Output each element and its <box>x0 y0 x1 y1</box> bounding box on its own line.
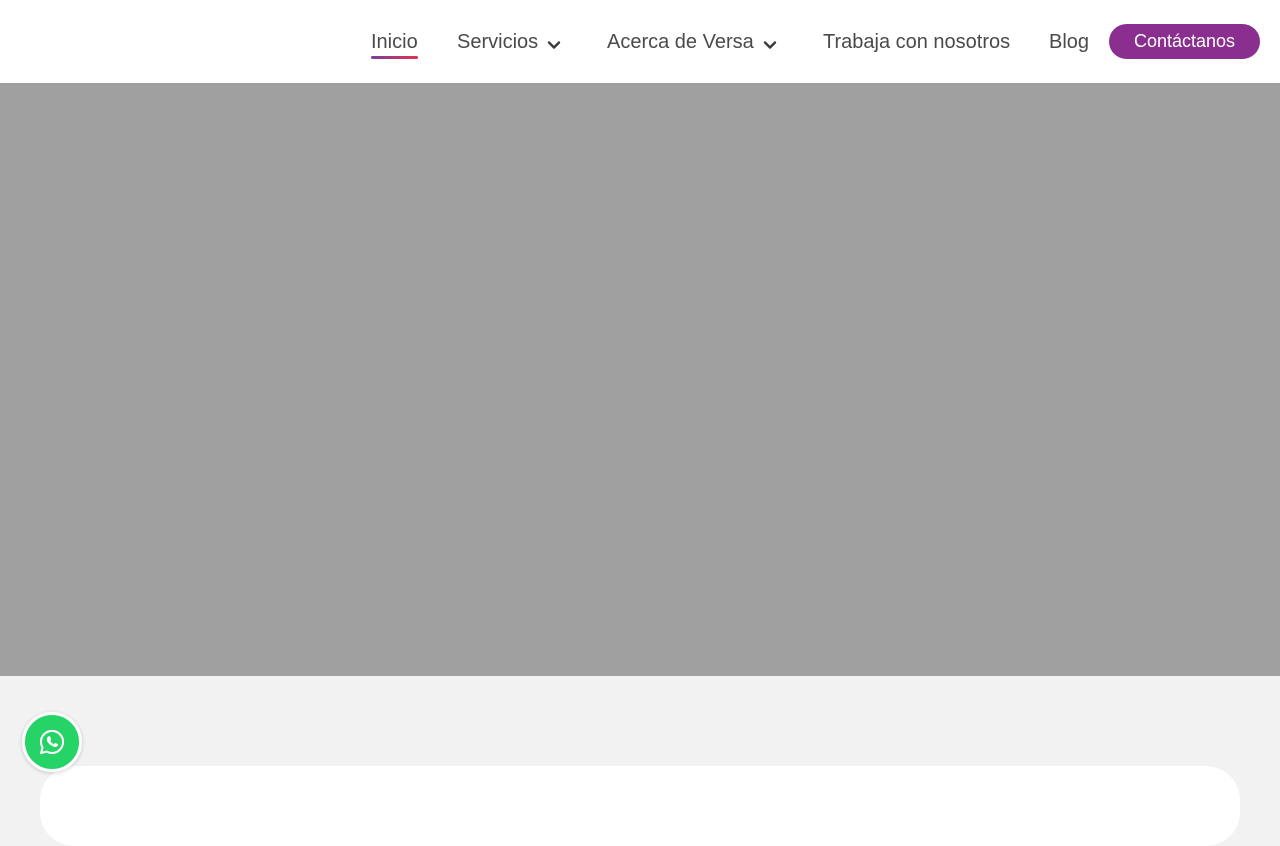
nav-item-inicio[interactable]: Inicio <box>371 28 418 60</box>
contact-button[interactable]: Contáctanos <box>1109 24 1260 59</box>
site-header: Inicio Servicios Acerca de Versa Trabaja… <box>0 0 1280 83</box>
whatsapp-button[interactable] <box>22 712 82 772</box>
nav-item-label: Trabaja con nosotros <box>823 31 1011 53</box>
content-card <box>40 766 1240 846</box>
active-indicator <box>371 56 418 59</box>
nav-item-label: Blog <box>1049 31 1090 53</box>
nav-item-label: Inicio <box>371 31 418 53</box>
nav-item-acerca-de-versa[interactable]: Acerca de Versa <box>607 28 778 60</box>
hero-banner <box>0 83 1280 676</box>
chevron-down-icon <box>762 33 778 49</box>
logo[interactable] <box>20 10 220 72</box>
chevron-down-icon <box>546 33 562 49</box>
nav-item-label: Servicios <box>457 31 539 53</box>
whatsapp-icon <box>37 727 67 757</box>
nav-item-blog[interactable]: Blog <box>1049 28 1089 60</box>
nav-item-label: Acerca de Versa <box>607 31 754 53</box>
nav-item-servicios[interactable]: Servicios <box>457 28 562 60</box>
nav-item-trabaja-con-nosotros[interactable]: Trabaja con nosotros <box>823 28 1010 60</box>
